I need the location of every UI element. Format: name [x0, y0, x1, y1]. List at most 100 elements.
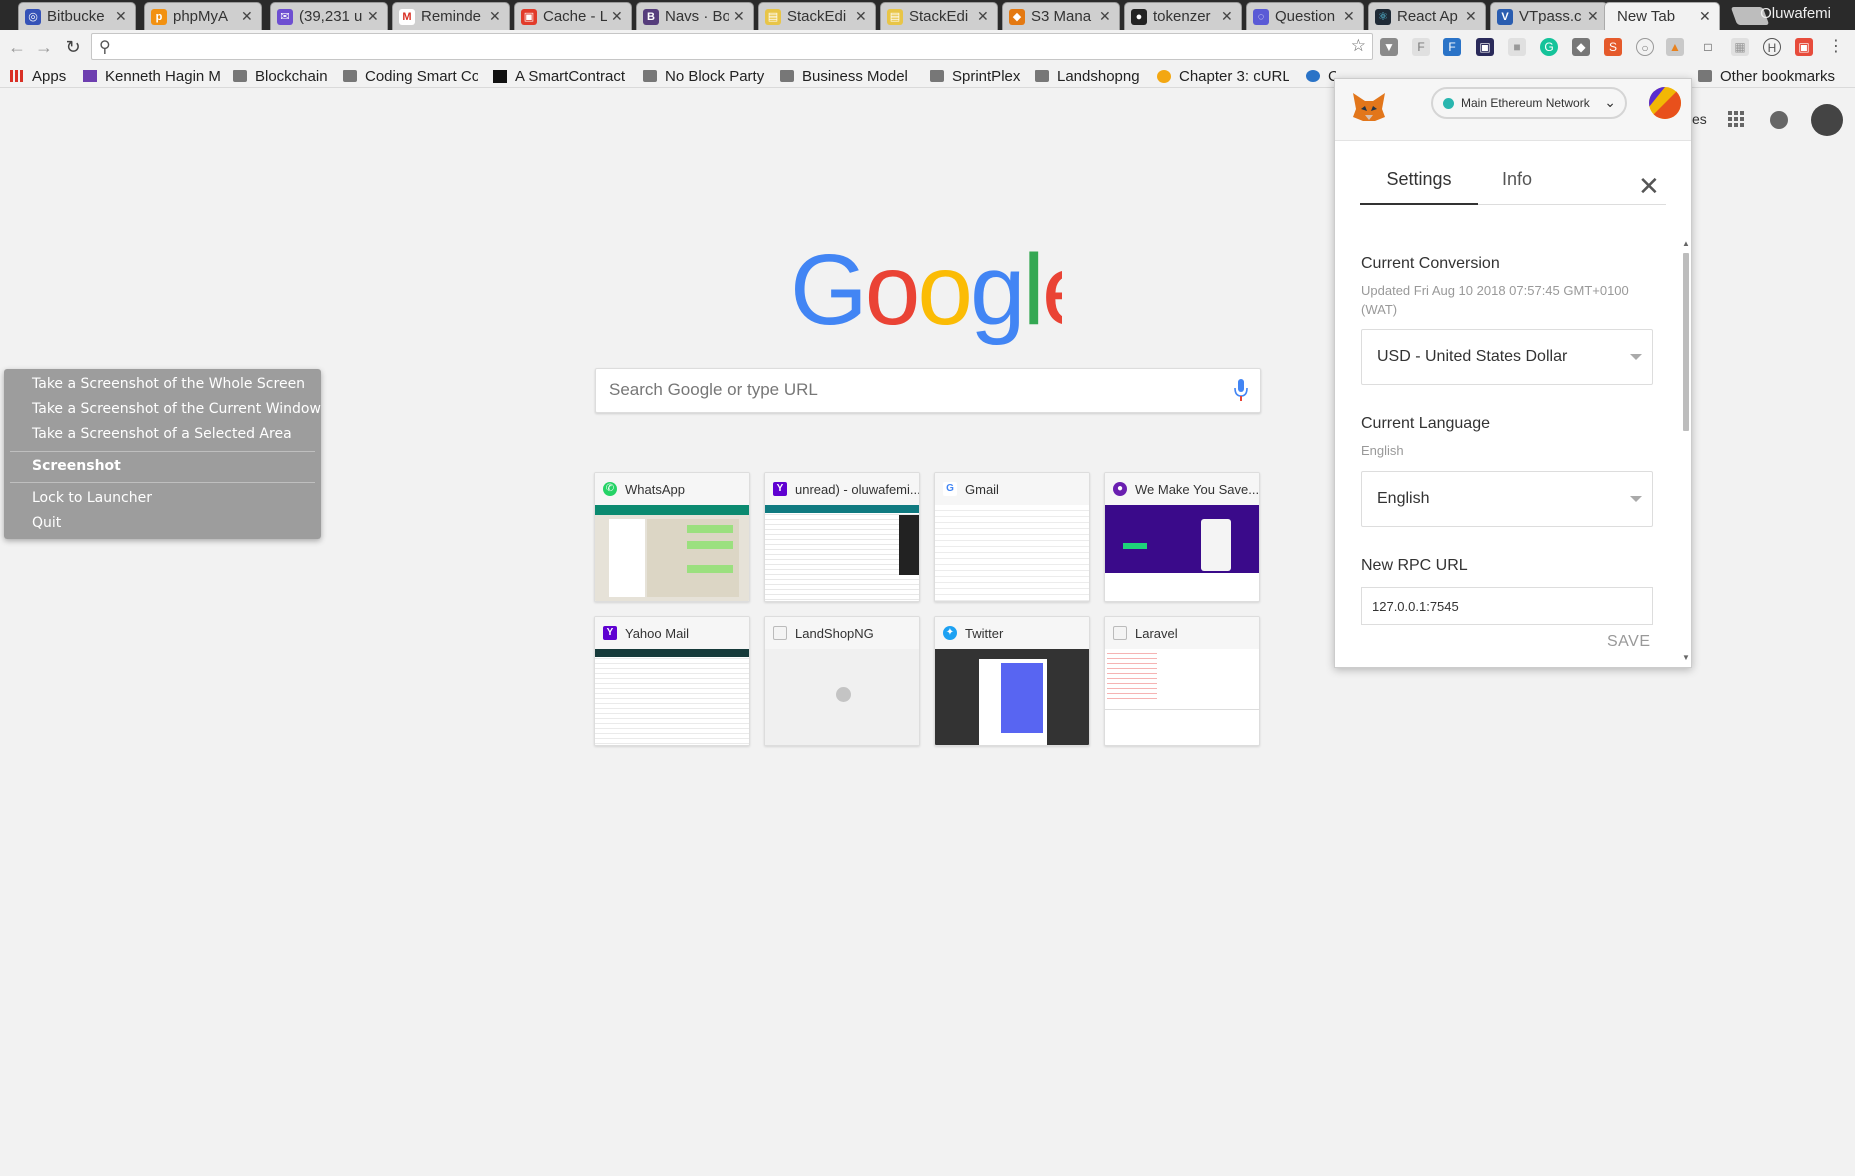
- bookmark-folder[interactable]: Coding Smart Co: [343, 67, 478, 85]
- bookmark-folder[interactable]: No Block Party: [643, 67, 768, 85]
- metamask-fox-icon[interactable]: ▲: [1666, 38, 1684, 56]
- browser-tab[interactable]: V VTpass.c ✕: [1490, 2, 1608, 30]
- tab-info[interactable]: Info: [1502, 169, 1532, 205]
- language-select[interactable]: English: [1361, 471, 1653, 527]
- most-visited-tile[interactable]: ✆ WhatsApp: [594, 472, 750, 602]
- bookmark-item[interactable]: Chapter 3: cURL: [1157, 67, 1289, 85]
- browser-tab[interactable]: ✉ (39,231 u ✕: [270, 2, 388, 30]
- forward-button[interactable]: →: [33, 36, 55, 58]
- close-icon[interactable]: ✕: [1221, 8, 1233, 25]
- folder-icon: [780, 70, 794, 82]
- avatar[interactable]: [1811, 104, 1843, 136]
- close-icon[interactable]: ✕: [733, 8, 745, 25]
- extension-icon[interactable]: S: [1604, 38, 1622, 56]
- tab-settings[interactable]: Settings: [1360, 169, 1478, 205]
- browser-tab[interactable]: ◌ Question ✕: [1246, 2, 1364, 30]
- scroll-down-icon[interactable]: ▼: [1682, 653, 1690, 662]
- most-visited-tile[interactable]: ● We Make You Save...: [1104, 472, 1260, 602]
- close-icon[interactable]: ✕: [611, 8, 623, 25]
- menu-item-selected-area[interactable]: Take a Screenshot of a Selected Area: [32, 426, 292, 442]
- most-visited-tile[interactable]: G Gmail: [934, 472, 1090, 602]
- bookmark-folder[interactable]: SprintPlex: [930, 67, 1030, 85]
- close-icon[interactable]: ✕: [1099, 8, 1111, 25]
- close-icon[interactable]: ✕: [115, 8, 127, 25]
- browser-tab[interactable]: ◆ S3 Mana ✕: [1002, 2, 1120, 30]
- close-icon[interactable]: ✕: [367, 8, 379, 25]
- bookmark-folder[interactable]: Landshopng: [1035, 67, 1150, 85]
- bookmark-star-icon[interactable]: ☆: [1351, 36, 1366, 56]
- bookmark-folder[interactable]: Blockchain: [233, 67, 333, 85]
- close-icon[interactable]: ✕: [1638, 173, 1660, 199]
- bookmark-item[interactable]: A SmartContract: [493, 67, 629, 85]
- extension-icon[interactable]: H: [1763, 38, 1781, 56]
- ntp-search-box[interactable]: Search Google or type URL: [595, 368, 1261, 413]
- close-icon[interactable]: ✕: [1587, 8, 1599, 25]
- close-icon[interactable]: ✕: [1343, 8, 1355, 25]
- chrome-menu-icon[interactable]: ⋮: [1827, 38, 1845, 56]
- bookmark-other[interactable]: Other bookmarks: [1698, 67, 1848, 85]
- currency-select[interactable]: USD - United States Dollar: [1361, 329, 1653, 385]
- close-icon[interactable]: ✕: [855, 8, 867, 25]
- browser-tab[interactable]: ▤ StackEdi ✕: [758, 2, 876, 30]
- bookmark-item[interactable]: Kenneth Hagin M: [83, 67, 223, 85]
- extension-icon[interactable]: ▣: [1476, 38, 1494, 56]
- bootstrap-icon: B: [643, 8, 659, 25]
- save-button[interactable]: SAVE: [1607, 633, 1651, 651]
- menu-item-whole-screen[interactable]: Take a Screenshot of the Whole Screen: [32, 376, 305, 392]
- google-apps-icon[interactable]: [1728, 111, 1744, 127]
- bookmark-apps[interactable]: Apps: [10, 67, 80, 85]
- close-icon[interactable]: ✕: [977, 8, 989, 25]
- extension-icon[interactable]: F: [1443, 38, 1461, 56]
- scroll-up-icon[interactable]: ▲: [1682, 239, 1690, 248]
- browser-tab[interactable]: ● tokenzer ✕: [1124, 2, 1242, 30]
- most-visited-tile[interactable]: Laravel: [1104, 616, 1260, 746]
- profile-name[interactable]: Oluwafemi: [1760, 5, 1831, 22]
- microphone-icon[interactable]: [1234, 378, 1248, 402]
- extension-icon[interactable]: ■: [1508, 38, 1526, 56]
- scrollbar[interactable]: ▲ ▼: [1681, 239, 1691, 667]
- menu-item-app-title[interactable]: Screenshot: [32, 458, 121, 474]
- most-visited-tile[interactable]: Y Yahoo Mail: [594, 616, 750, 746]
- browser-tab[interactable]: ⚛ React Ap ✕: [1368, 2, 1486, 30]
- extension-icon[interactable]: ○: [1636, 38, 1654, 56]
- medium-icon: [493, 69, 507, 83]
- most-visited-tile[interactable]: Y unread) - oluwafemi...: [764, 472, 920, 602]
- metamask-fox-icon[interactable]: [1351, 89, 1387, 125]
- extension-icon[interactable]: F: [1412, 38, 1430, 56]
- bookmark-folder[interactable]: Business Model: [780, 67, 915, 85]
- extension-icon[interactable]: ▼: [1380, 38, 1398, 56]
- reload-button[interactable]: ↻: [62, 36, 84, 58]
- browser-tab[interactable]: B Navs · Bo ✕: [636, 2, 754, 30]
- extension-icon[interactable]: ▦: [1731, 38, 1749, 56]
- folder-icon: [643, 70, 657, 82]
- menu-item-quit[interactable]: Quit: [32, 515, 61, 531]
- browser-tab[interactable]: ▤ StackEdi ✕: [880, 2, 998, 30]
- extension-icon[interactable]: ▣: [1795, 38, 1813, 56]
- close-icon[interactable]: ✕: [1465, 8, 1477, 25]
- google-images-link-partial[interactable]: es: [1692, 111, 1707, 127]
- notifications-icon[interactable]: [1770, 111, 1788, 129]
- browser-tab[interactable]: ◎ Bitbucke ✕: [18, 2, 136, 30]
- rpc-url-input[interactable]: [1361, 587, 1653, 625]
- browser-tab[interactable]: ▣ Cache - L ✕: [514, 2, 632, 30]
- extension-icon[interactable]: ◆: [1572, 38, 1590, 56]
- browser-tab[interactable]: M Reminde ✕: [392, 2, 510, 30]
- omnibox[interactable]: ⚲ ☆: [91, 33, 1373, 60]
- close-icon[interactable]: ✕: [489, 8, 501, 25]
- network-selector[interactable]: Main Ethereum Network ⌄: [1431, 87, 1627, 119]
- close-icon[interactable]: ✕: [241, 8, 253, 25]
- browser-tab-active[interactable]: New Tab ✕: [1604, 2, 1720, 30]
- browser-tab[interactable]: p phpMyA ✕: [144, 2, 262, 30]
- close-icon[interactable]: ✕: [1699, 8, 1711, 25]
- grammarly-icon[interactable]: G: [1540, 38, 1558, 56]
- language-value: English: [1377, 490, 1430, 507]
- scrollbar-thumb[interactable]: [1683, 253, 1689, 431]
- bookmark-item[interactable]: C: [1306, 67, 1336, 85]
- extension-icon[interactable]: □: [1699, 38, 1717, 56]
- most-visited-tile[interactable]: ✦ Twitter: [934, 616, 1090, 746]
- most-visited-tile[interactable]: LandShopNG: [764, 616, 920, 746]
- menu-item-current-window[interactable]: Take a Screenshot of the Current Window: [32, 401, 321, 417]
- menu-item-lock-to-launcher[interactable]: Lock to Launcher: [32, 490, 152, 506]
- back-button[interactable]: ←: [6, 36, 28, 58]
- account-identicon[interactable]: [1649, 87, 1681, 119]
